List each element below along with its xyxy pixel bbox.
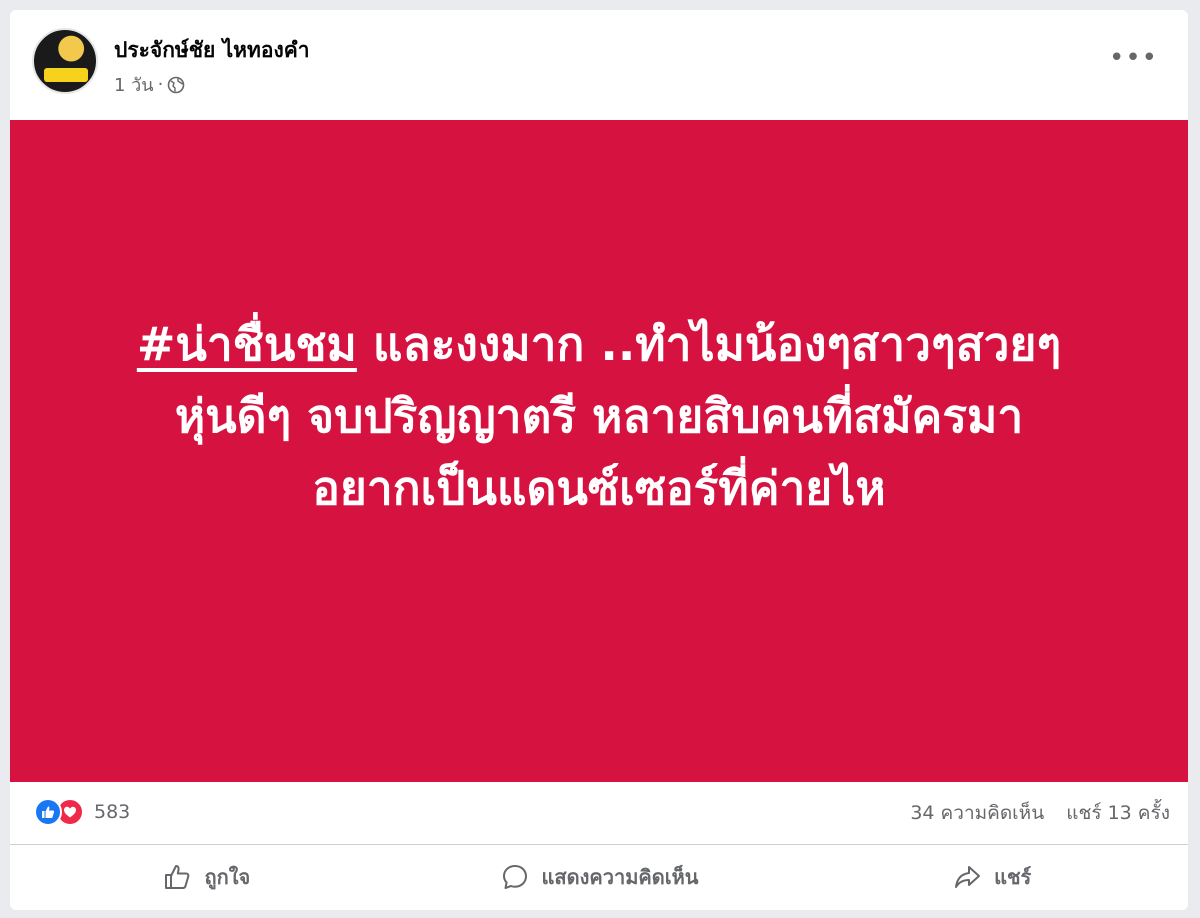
meta-separator: · (157, 74, 164, 95)
like-reaction-icon (34, 798, 62, 826)
post-time[interactable]: 1 วัน (114, 70, 154, 99)
globe-icon (167, 76, 185, 94)
engagement-counts: 34 ความคิดเห็น แชร์ 13 ครั้ง (910, 798, 1170, 828)
share-count[interactable]: แชร์ 13 ครั้ง (1066, 798, 1170, 828)
post-text-line-3: อยากเป็นแดนซ์เซอร์ที่ค่ายไห (312, 461, 886, 515)
like-label: ถูกใจ (204, 865, 251, 889)
thumbs-up-icon (162, 862, 192, 892)
avatar-badge (44, 68, 88, 82)
post-card: ประจักษ์ชัย ไหทองคำ 1 วัน · ••• #น่าชื่น… (10, 10, 1188, 910)
reaction-count: 583 (94, 801, 131, 823)
post-text-image[interactable]: #น่าชื่นชม และงงมาก ..ทำไมน้องๆสาวๆสวยๆ … (10, 120, 1188, 782)
post-header: ประจักษ์ชัย ไหทองคำ 1 วัน · ••• (10, 10, 1188, 120)
more-options-icon[interactable]: ••• (1109, 45, 1158, 71)
post-stats-bar: 583 34 ความคิดเห็น แชร์ 13 ครั้ง (10, 782, 1188, 845)
post-text-line-2: หุ่นดีๆ จบปริญญาตรี หลายสิบคนที่สมัครมา (174, 389, 1024, 443)
author-name[interactable]: ประจักษ์ชัย ไหทองคำ (114, 34, 310, 67)
comment-bubble-icon (500, 862, 530, 892)
post-text-line-1-rest: และงงมาก ..ทำไมน้องๆสาวๆสวยๆ (356, 317, 1062, 371)
author-avatar[interactable] (32, 28, 98, 94)
share-button[interactable]: แชร์ (795, 844, 1188, 910)
share-arrow-icon (952, 862, 982, 892)
post-meta: 1 วัน · (114, 70, 185, 99)
post-text-line-1: #น่าชื่นชม และงงมาก ..ทำไมน้องๆสาวๆสวยๆ (59, 308, 1139, 380)
share-label: แชร์ (994, 865, 1032, 889)
post-actions: ถูกใจ แสดงความคิดเห็น แชร์ (10, 844, 1188, 910)
comment-button[interactable]: แสดงความคิดเห็น (403, 844, 796, 910)
comment-count[interactable]: 34 ความคิดเห็น (910, 798, 1044, 828)
comment-label: แสดงความคิดเห็น (541, 865, 699, 889)
post-text: #น่าชื่นชม และงงมาก ..ทำไมน้องๆสาวๆสวยๆ … (59, 308, 1139, 524)
hashtag-link[interactable]: #น่าชื่นชม (137, 317, 357, 371)
reactions-summary[interactable]: 583 (34, 798, 130, 826)
like-button[interactable]: ถูกใจ (10, 844, 403, 910)
